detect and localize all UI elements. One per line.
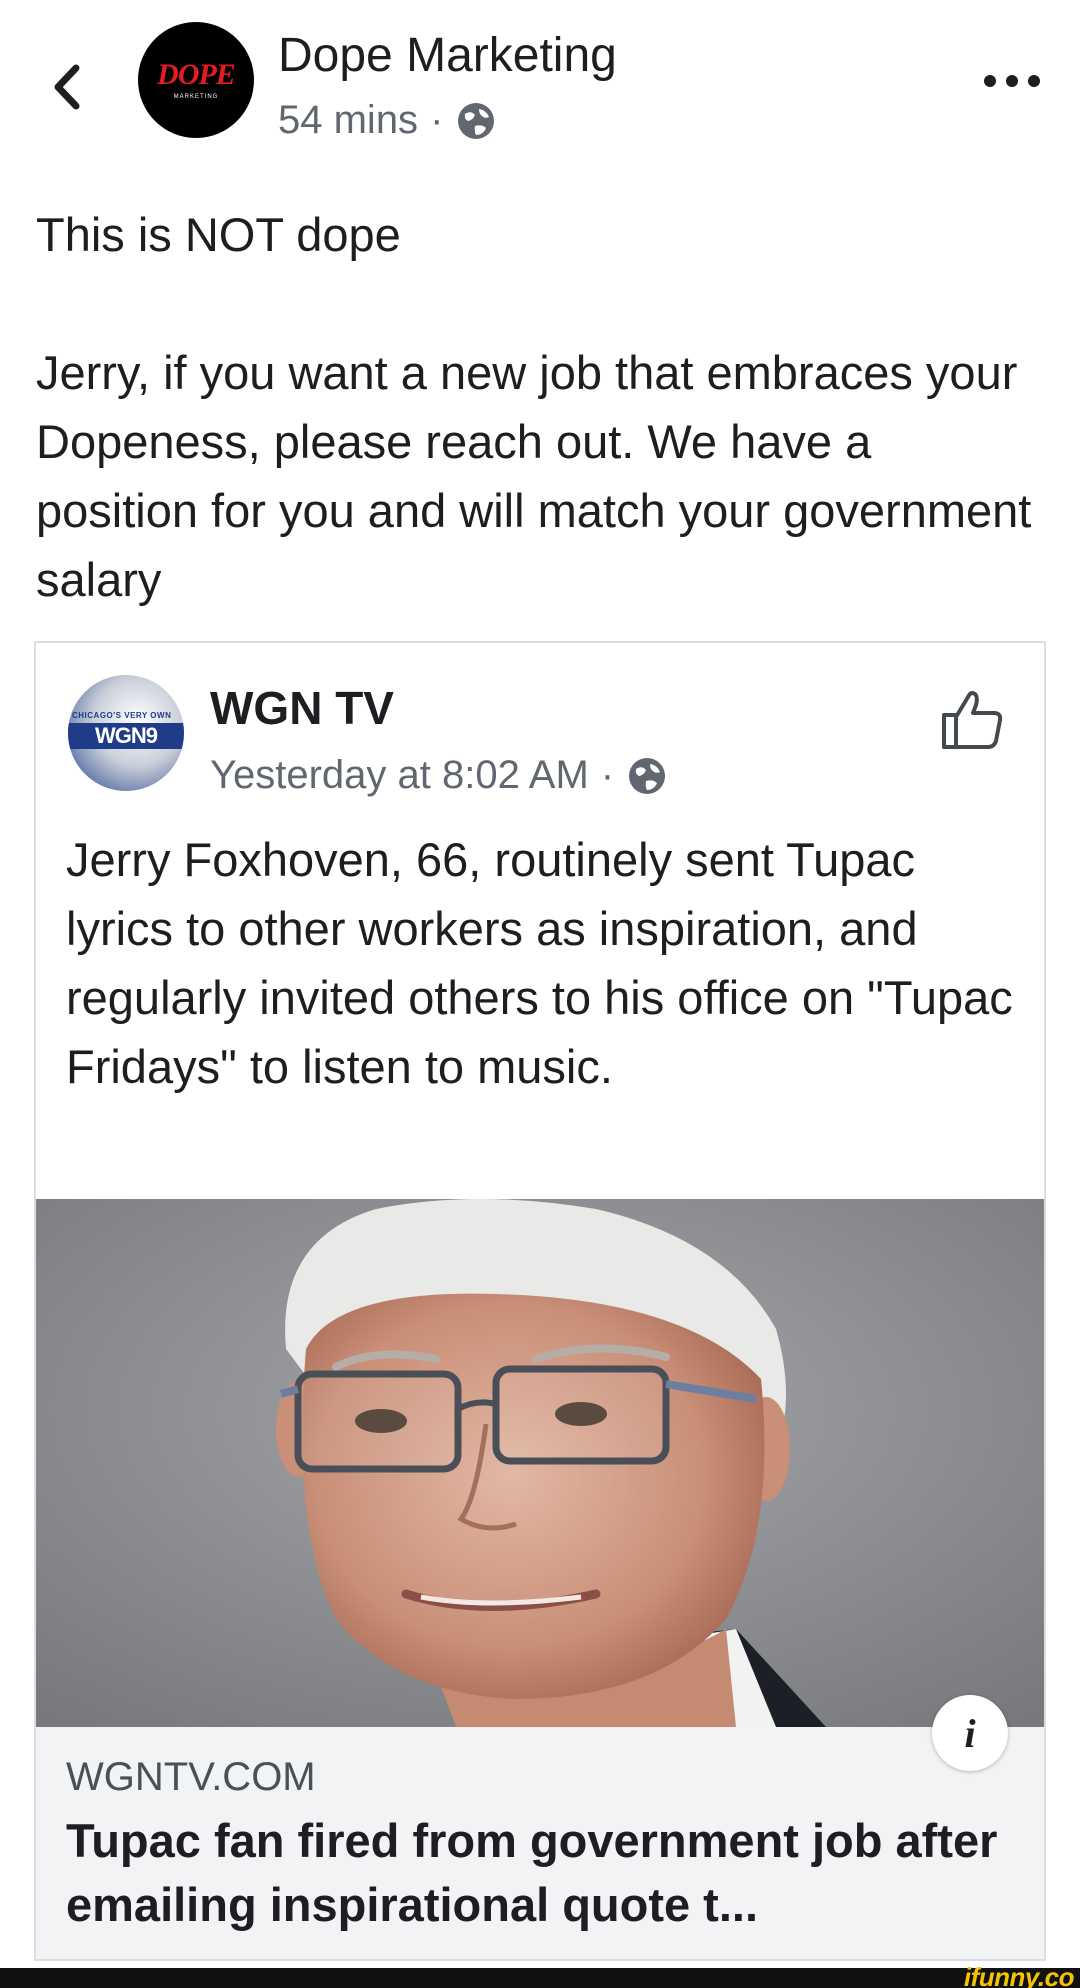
info-icon[interactable]: i <box>932 1695 1008 1771</box>
post-line: Jerry, if you want a new job that embrac… <box>36 346 1032 606</box>
article-photo[interactable] <box>36 1199 1044 1727</box>
more-dot <box>1028 75 1040 87</box>
post-screen: DOPE MARKETING Dope Marketing 54 mins · … <box>0 0 1080 1988</box>
more-options-button[interactable] <box>984 66 1040 96</box>
link-preview[interactable]: WGNTV.COM Tupac fan fired from governmen… <box>36 1727 1044 1959</box>
meta-separator: · <box>430 98 444 142</box>
post-line: This is NOT dope <box>36 208 401 261</box>
shared-post-text: Jerry Foxhoven, 66, routinely sent Tupac… <box>66 833 1013 1093</box>
avatar-logo-text: WGN9 <box>68 723 184 749</box>
more-dot <box>984 75 996 87</box>
thumbs-up-icon <box>942 691 1003 749</box>
source-name[interactable]: WGN TV <box>210 681 394 735</box>
source-timestamp[interactable]: Yesterday at 8:02 AM <box>210 753 589 798</box>
avatar-tag: CHICAGO'S VERY OWN <box>72 711 172 720</box>
avatar-logo-subtext: MARKETING <box>173 94 219 100</box>
page-avatar[interactable]: DOPE MARKETING <box>138 22 254 138</box>
chevron-left-icon <box>54 64 80 110</box>
link-domain: WGNTV.COM <box>66 1755 316 1799</box>
like-page-button[interactable] <box>938 685 1008 755</box>
source-avatar[interactable]: CHICAGO'S VERY OWN WGN9 <box>68 675 184 791</box>
portrait-image <box>36 1199 1044 1727</box>
globe-icon <box>629 757 666 794</box>
post-message: This is NOT dope Jerry, if you want a ne… <box>36 200 1036 614</box>
shared-post-card[interactable]: CHICAGO'S VERY OWN WGN9 WGN TV Yesterday… <box>34 641 1046 1961</box>
watermark-bar <box>0 1968 1080 1988</box>
watermark: ifunny.co <box>963 1962 1075 1988</box>
avatar-logo-text: DOPE <box>157 58 236 91</box>
more-dot <box>1006 75 1018 87</box>
post-time[interactable]: 54 mins <box>278 98 418 143</box>
globe-icon <box>458 102 495 139</box>
back-button[interactable] <box>44 56 90 118</box>
post-meta: 54 mins · <box>278 98 497 143</box>
link-title[interactable]: Tupac fan fired from government job afte… <box>66 1809 1016 1937</box>
page-name[interactable]: Dope Marketing <box>278 28 617 83</box>
source-meta: Yesterday at 8:02 AM · <box>210 753 668 798</box>
meta-separator: · <box>600 753 615 797</box>
